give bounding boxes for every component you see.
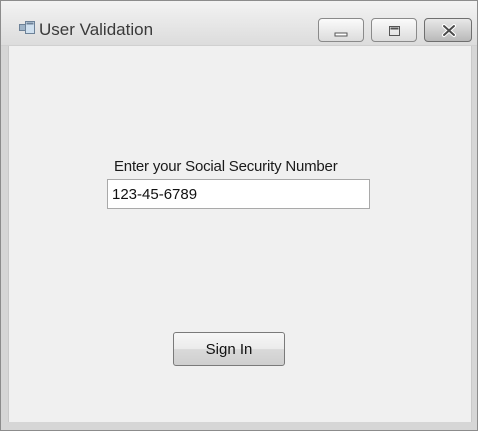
minimize-button[interactable] [318,18,364,42]
title-bar[interactable]: User Validation [1,1,477,46]
window-bottom-border [1,422,477,430]
maximize-button[interactable] [371,18,417,42]
close-button[interactable] [424,18,472,42]
ssn-input[interactable] [107,179,370,209]
sign-in-button[interactable]: Sign In [173,332,285,366]
window-title: User Validation [39,20,154,39]
window-controls [318,18,472,42]
user-validation-window: User Validation Enter your Social Securi… [0,0,478,431]
form-window-icon [19,21,35,35]
ssn-label: Enter your Social Security Number [114,158,338,175]
form-client-area: Enter your Social Security Number Sign I… [8,46,472,422]
